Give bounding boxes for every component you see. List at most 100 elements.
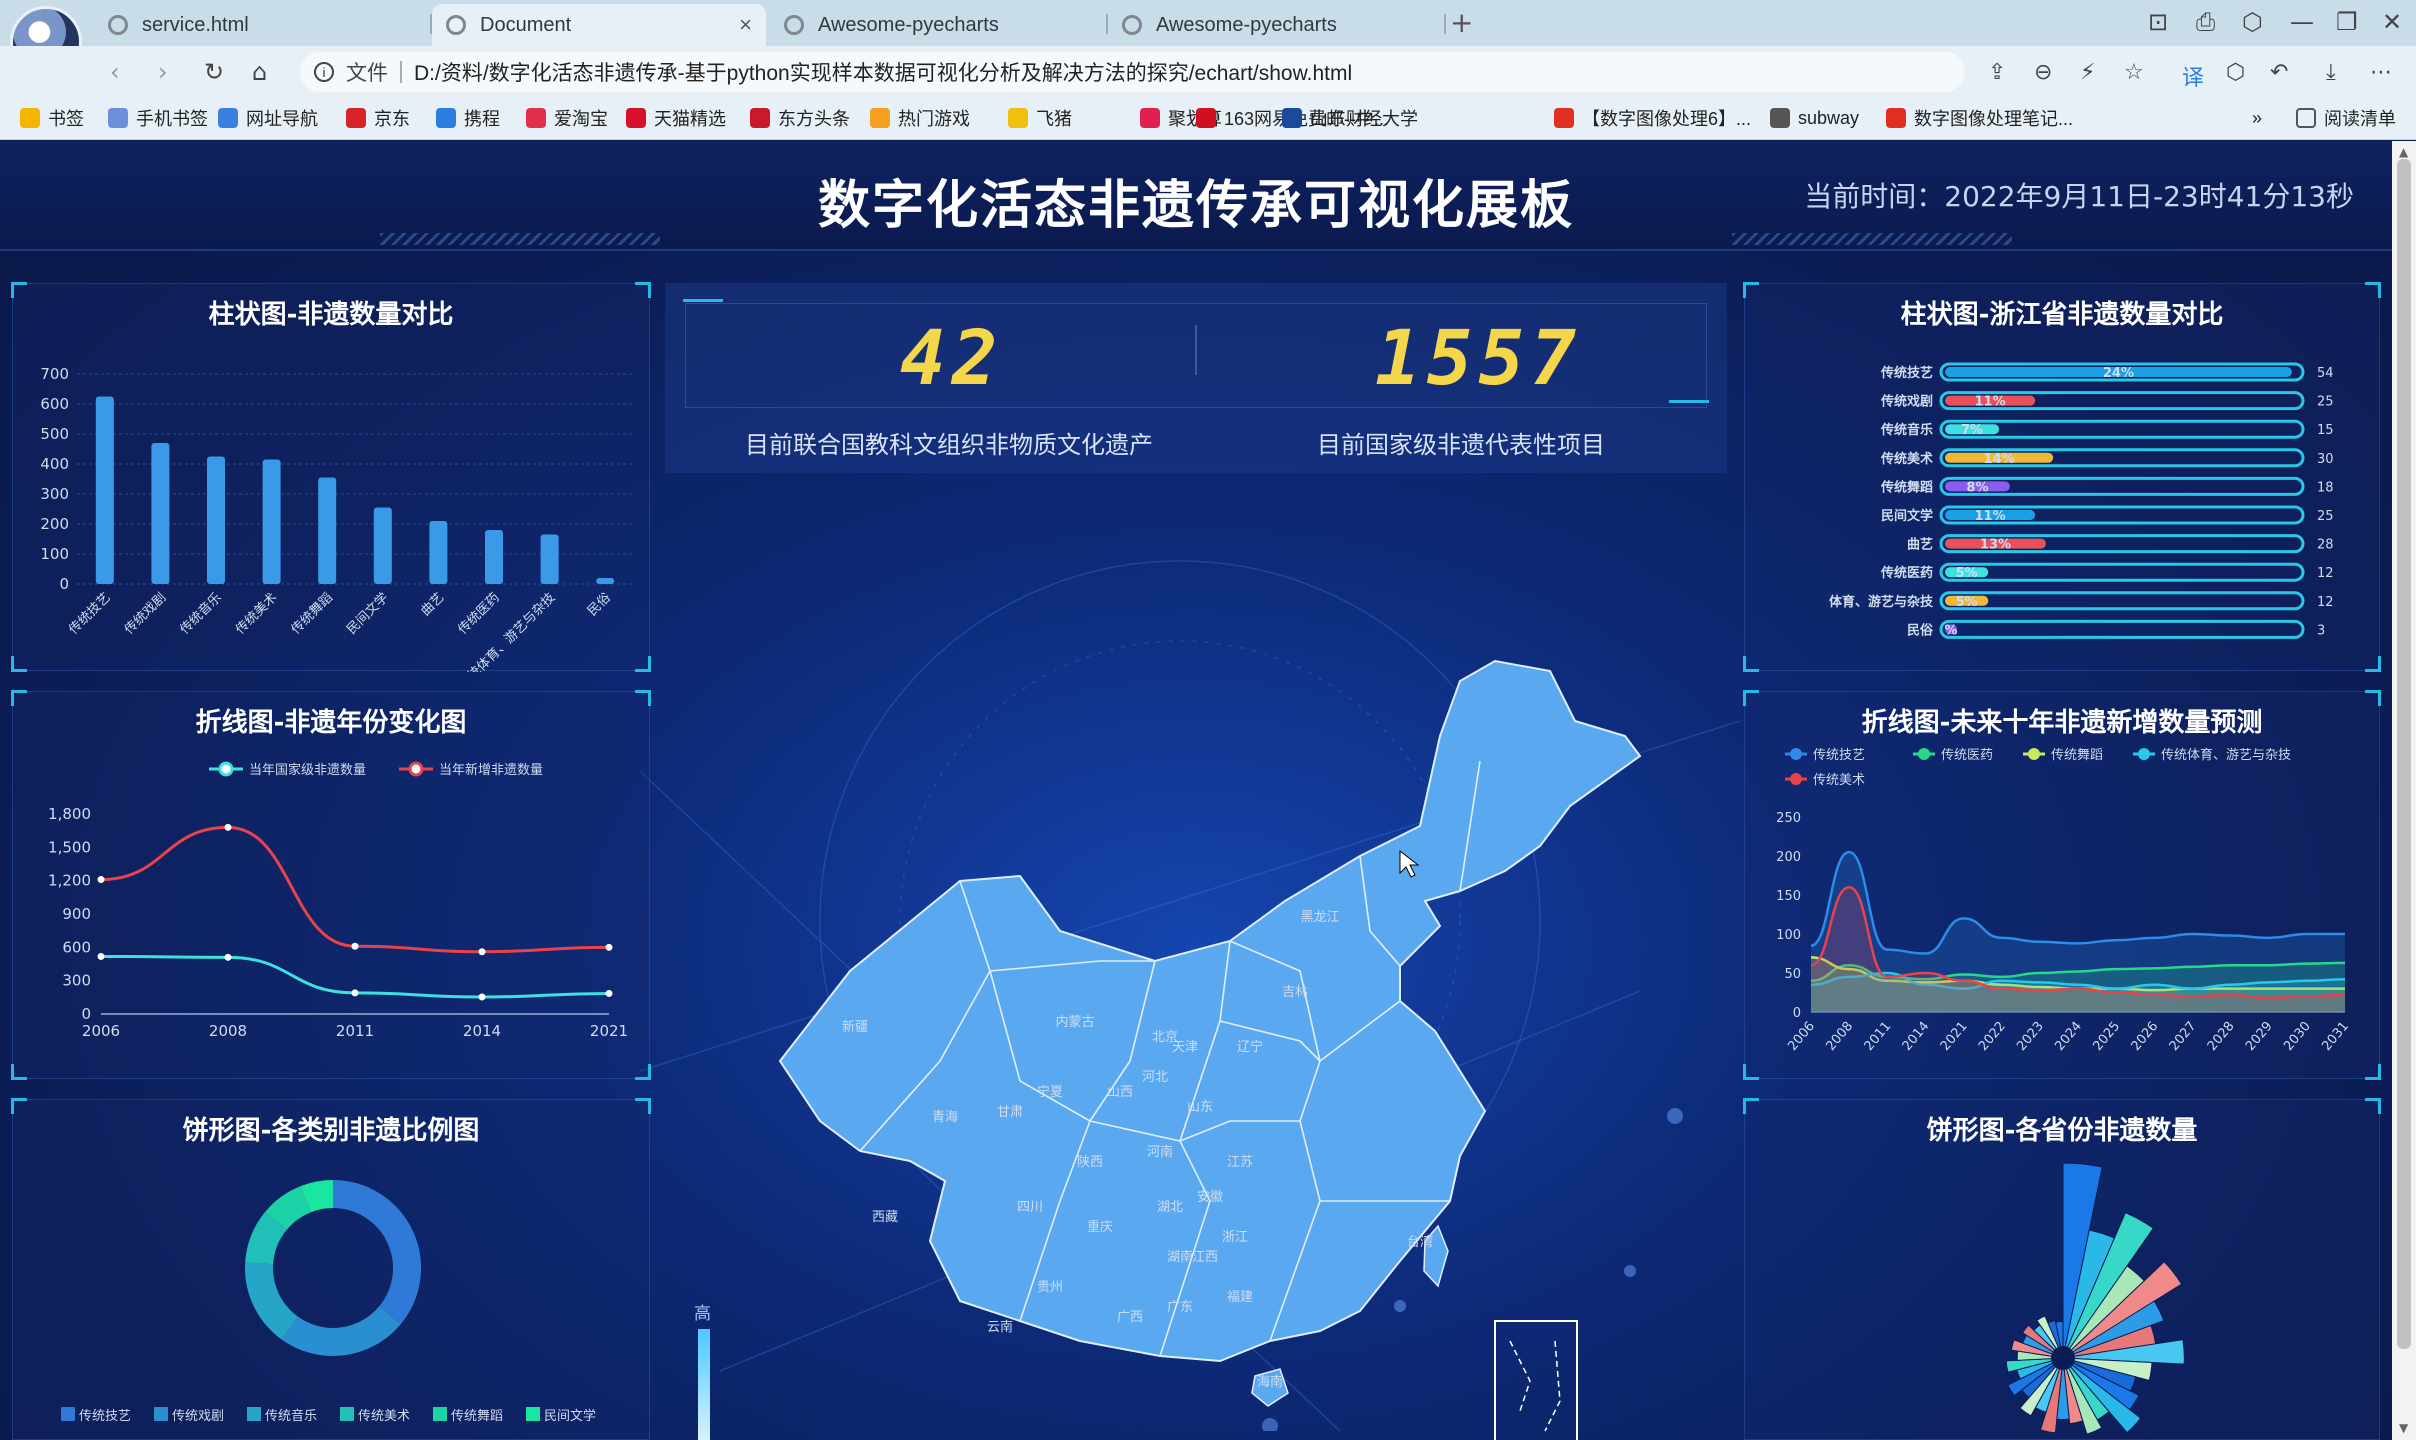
x-tick-label: 2008 [209,1022,247,1040]
category-label: 传统音乐 [1880,422,1933,438]
legend-label: 传统舞蹈 [2051,748,2103,763]
province-label: 河北 [1142,1070,1168,1085]
more-icon[interactable]: ⋯ [2370,60,2392,85]
province-label: 广西 [1117,1310,1143,1325]
scroll-down-icon[interactable]: ▼ [2399,1421,2408,1435]
value-label: 54 [2317,366,2334,381]
province-label: 台湾 [1407,1234,1433,1250]
scroll-up-icon[interactable]: ▲ [2399,145,2408,159]
url-text[interactable]: D:/资料/数字化活态非遗传承-基于python实现样本数据可视化分析及解决方法… [414,57,1352,87]
back-icon[interactable]: ‹ [110,58,120,86]
donut-chart[interactable]: 传统技艺 传统戏剧 传统音乐 传统美术 传统舞蹈 民间文学 [13,1100,651,1440]
bar [373,507,392,584]
bookmark-item[interactable]: 东方头条 [750,104,850,132]
bookmark-label: 天猫精选 [654,109,726,129]
rose-chart[interactable] [1745,1100,2381,1440]
download-icon[interactable]: ⤓ [2326,60,2336,85]
bookmark-item[interactable]: subway [1770,104,1859,132]
donut-slice [332,1180,421,1325]
unesco-label: 目前联合国教科文组织非物质文化遗产 [745,431,1153,459]
x-tick-label: 2014 [463,1022,501,1040]
reading-list-button[interactable]: 阅读清单 [2296,104,2396,132]
tab-service[interactable]: service.html [94,4,424,46]
reload-icon[interactable]: ↻ [204,58,224,86]
bookmark-label: 热门游戏 [898,109,970,129]
globe-icon [108,15,128,35]
china-map[interactable]: 新疆西藏青海 甘肃内蒙古宁夏陕西四川重庆云南贵州广西广东海南湖南湖北河南山西河北北… [760,641,1660,1440]
tab-document[interactable]: Document × [432,4,766,46]
value-label: 15 [2317,423,2334,438]
bookmark-icon [20,108,40,128]
x-tick-label: 2006 [82,1022,120,1040]
bookmark-item[interactable]: 手机书签 [108,104,208,132]
zoom-icon[interactable]: ⊖ [2034,60,2052,85]
tab-search-icon[interactable]: ⊡ [2148,8,2168,36]
province-label: 山西 [1107,1085,1133,1100]
scrollbar-thumb[interactable] [2397,159,2411,1349]
bookmark-label: 飞猪 [1036,109,1072,129]
province-label: 甘肃 [997,1105,1023,1120]
legend-label: 传统舞蹈 [451,1409,503,1424]
info-icon[interactable]: i [314,62,334,82]
bookmark-item[interactable]: 爱淘宝 [526,104,608,132]
x-tick-label: 2030 [2281,1019,2314,1054]
bookmark-item[interactable]: 数字图像处理笔记... [1886,104,2073,132]
legend-swatch [154,1407,168,1421]
bookmark-more[interactable]: » [2252,104,2262,132]
legend-label: 当年国家级非遗数量 [249,762,366,778]
province-label: 广东 [1167,1300,1193,1315]
percent-label: 11% [1975,509,2006,524]
bookmark-item[interactable]: 天猫精选 [626,104,726,132]
window-close-icon[interactable]: ✕ [2382,8,2402,36]
horizontal-bar-chart[interactable]: 传统技艺 24% 54 传统戏剧 11% 25 传统音乐 7% 15 传统美术 14% 30 传统舞蹈 8… [1745,284,2381,672]
province-label: 安徽 [1197,1190,1223,1205]
address-bar[interactable]: i 文件 D:/资料/数字化活态非遗传承-基于python实现样本数据可视化分析… [300,52,1965,92]
bookmark-item[interactable]: 飞猪 [1008,104,1072,132]
percent-label: 5% [1956,595,1978,610]
area-chart[interactable]: 传统技艺 传统医药 传统舞蹈 传统体育、游艺与杂技传统美术 250 200 150 100 50… [1745,692,2381,1080]
line-chart[interactable]: 1,800 1,500 1,200 900 600 300 02006 2008 2011 201… [13,692,651,1080]
tab-pyecharts-2[interactable]: Awesome-pyecharts [1108,4,1442,46]
y-tick-label: 600 [62,938,91,956]
y-tick-label: 1,200 [48,872,91,890]
restore-icon[interactable]: ❐ [2336,8,2358,36]
bookmark-item[interactable]: 【数字图像处理6】... [1554,104,1751,132]
bookmark-item[interactable]: 书签 [20,104,84,132]
translate-icon[interactable]: 译 [2182,60,2204,92]
bolt-icon[interactable]: ⚡ [2080,60,2095,85]
puzzle-icon[interactable]: ⬡ [2226,60,2245,85]
home-icon[interactable]: ⌂ [252,58,267,86]
bookmark-icon [750,108,770,128]
category-label: 曲艺 [1907,537,1933,553]
bookmark-item[interactable]: 携程 [436,104,500,132]
page-scrollbar[interactable]: ▲ ▼ [2392,141,2416,1440]
bookmark-item[interactable]: 热门游戏 [870,104,970,132]
bar [262,459,281,584]
y-tick-label: 500 [40,425,69,443]
tab-pyecharts-1[interactable]: Awesome-pyecharts [770,4,1104,46]
minimize-icon[interactable]: — [2290,8,2314,36]
share-icon[interactable]: ⇪ [1988,60,2006,85]
province-label: 黑龙江 [1300,910,1339,925]
bookmark-icon [346,108,366,128]
bookmark-item[interactable]: 京东 [346,104,410,132]
bookmark-item[interactable]: 山东财经大学 [1282,104,1418,132]
bar-chart[interactable]: 7006005004003002001000传统技艺 传统戏剧 传统音乐 传统美术 传统… [13,284,651,672]
visualmap-bar[interactable] [698,1329,710,1440]
y-tick-label: 0 [59,575,69,593]
undo-icon[interactable]: ↶ [2270,60,2288,85]
bookmark-label: 手机书签 [136,109,208,129]
forward-icon[interactable]: › [158,58,168,86]
bookmark-icon [436,108,456,128]
legend-label: 当年新增非遗数量 [439,762,543,778]
print-icon[interactable]: ⎙ [2196,8,2215,36]
legend-marker [218,761,234,777]
url-scheme: 文件 [346,62,388,85]
new-tab-button[interactable]: + [1450,6,1473,39]
star-icon[interactable]: ☆ [2124,60,2144,85]
province-label: 福建 [1227,1290,1253,1305]
current-time: 当前时间：2022年9月11日-23时41分13秒 [1804,180,2354,213]
extension-icon[interactable]: ⬡ [2242,8,2263,36]
bookmark-item[interactable]: 网址导航 [218,104,318,132]
close-icon[interactable]: × [739,12,752,38]
